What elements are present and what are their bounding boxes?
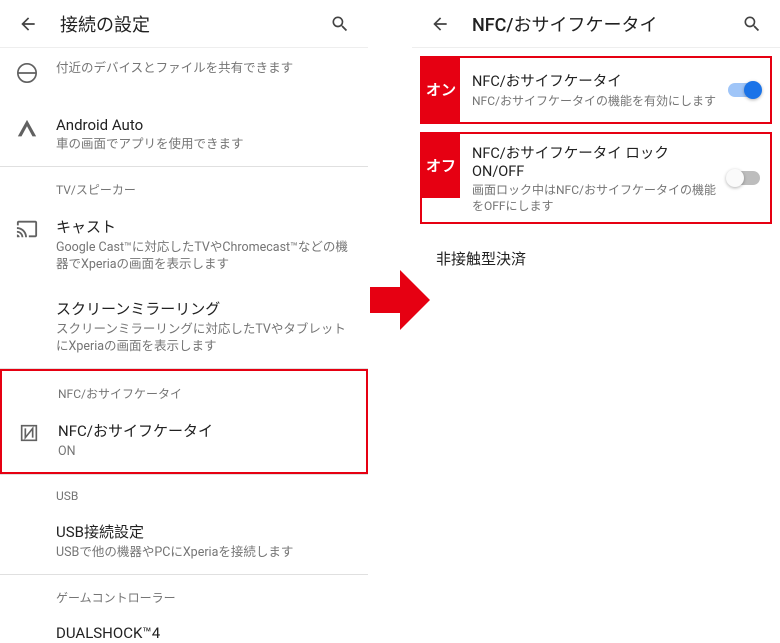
nfc-lock-title: NFC/おサイフケータイ ロック ON/OFF bbox=[472, 142, 718, 180]
nearby-share-item[interactable]: 付近のデバイスとファイルを共有できます bbox=[0, 48, 368, 104]
search-icon[interactable] bbox=[732, 4, 772, 44]
nfc-enable-row[interactable]: オン NFC/おサイフケータイ NFC/おサイフケータイの機能を有効にします bbox=[420, 56, 772, 124]
nfc-item[interactable]: NFC/おサイフケータイ ON bbox=[2, 408, 366, 473]
nfc-enable-title: NFC/おサイフケータイ bbox=[472, 70, 718, 91]
nearby-subtitle: 付近のデバイスとファイルを共有できます bbox=[56, 60, 352, 78]
android-auto-title: Android Auto bbox=[56, 116, 352, 134]
highlighted-nfc-group: NFC/おサイフケータイ NFC/おサイフケータイ ON bbox=[0, 369, 368, 475]
nfc-icon bbox=[18, 420, 58, 444]
section-nfc: NFC/おサイフケータイ bbox=[2, 371, 366, 408]
dualshock-title: DUALSHOCK™4 bbox=[56, 624, 352, 642]
usb-subtitle: USBで他の機器やPCにXperiaを接続します bbox=[56, 544, 352, 562]
cast-subtitle: Google Cast™に対応したTVやChromecast™などの機器でXpe… bbox=[56, 239, 352, 274]
off-badge: オフ bbox=[422, 134, 460, 198]
cast-title: キャスト bbox=[56, 216, 352, 237]
usb-item[interactable]: USB接続設定 USBで他の機器やPCにXperiaを接続します bbox=[0, 509, 368, 574]
nfc-subtitle: ON bbox=[58, 443, 350, 461]
mirroring-subtitle: スクリーンミラーリングに対応したTVやタブレットにXperiaの画面を表示します bbox=[56, 321, 352, 356]
section-game: ゲームコントローラー bbox=[0, 575, 368, 612]
page-title: 接続の設定 bbox=[48, 11, 320, 37]
back-icon[interactable] bbox=[420, 4, 460, 44]
header: 接続の設定 bbox=[0, 0, 368, 48]
android-auto-item[interactable]: Android Auto 車の画面でアプリを使用できます bbox=[0, 104, 368, 166]
mirroring-title: スクリーンミラーリング bbox=[56, 298, 352, 319]
android-auto-subtitle: 車の画面でアプリを使用できます bbox=[56, 136, 352, 154]
dualshock-item[interactable]: DUALSHOCK™4 XperiaにPlayStation®のコントローラーを… bbox=[0, 612, 368, 643]
search-icon[interactable] bbox=[320, 4, 360, 44]
settings-connection-screen: 接続の設定 付近のデバイスとファイルを共有できます Android Auto 車… bbox=[0, 0, 368, 643]
usb-title: USB接続設定 bbox=[56, 521, 352, 542]
nfc-lock-subtitle: 画面ロック中はNFC/おサイフケータイの機能をOFFにします bbox=[472, 182, 718, 214]
nfc-enable-subtitle: NFC/おサイフケータイの機能を有効にします bbox=[472, 93, 718, 109]
header: NFC/おサイフケータイ bbox=[412, 0, 780, 48]
section-tv: TV/スピーカー bbox=[0, 167, 368, 204]
nearby-icon bbox=[16, 60, 56, 84]
nfc-enable-switch[interactable] bbox=[726, 80, 762, 100]
nfc-settings-screen: NFC/おサイフケータイ オン NFC/おサイフケータイ NFC/おサイフケータ… bbox=[412, 0, 780, 643]
on-badge: オン bbox=[422, 58, 460, 122]
arrow-icon bbox=[370, 265, 430, 335]
android-auto-icon bbox=[16, 116, 56, 140]
cast-item[interactable]: キャスト Google Cast™に対応したTVやChromecast™などの機… bbox=[0, 204, 368, 286]
back-icon[interactable] bbox=[8, 4, 48, 44]
nfc-lock-switch[interactable] bbox=[726, 168, 762, 188]
page-title: NFC/おサイフケータイ bbox=[460, 11, 732, 37]
mirroring-item[interactable]: スクリーンミラーリング スクリーンミラーリングに対応したTVやタブレットにXpe… bbox=[0, 286, 368, 368]
contactless-payment-item[interactable]: 非接触型決済 bbox=[412, 232, 780, 285]
cast-icon bbox=[16, 216, 56, 240]
nfc-title: NFC/おサイフケータイ bbox=[58, 420, 350, 441]
nfc-lock-row[interactable]: オフ NFC/おサイフケータイ ロック ON/OFF 画面ロック中はNFC/おサ… bbox=[420, 132, 772, 224]
section-usb: USB bbox=[0, 475, 368, 509]
